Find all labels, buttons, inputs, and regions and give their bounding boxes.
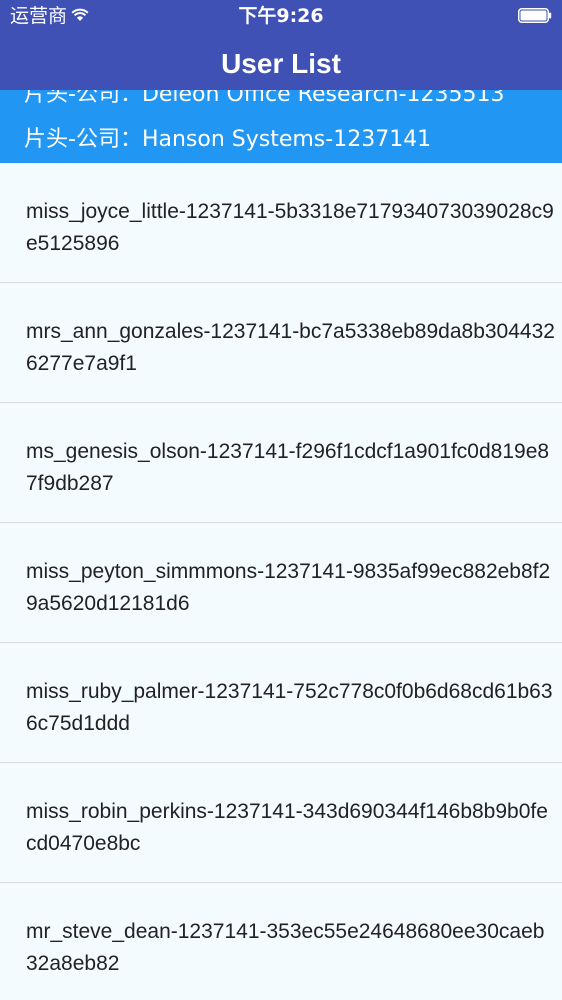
list-item[interactable]: miss_peyton_simmmons-1237141-9835af99ec8…	[0, 523, 562, 643]
page-title: User List	[221, 48, 341, 79]
user-name-label: miss_ruby_palmer-1237141-752c778c0f0b6d6…	[26, 680, 553, 735]
list-item[interactable]: ms_genesis_olson-1237141-f296f1cdcf1a901…	[0, 403, 562, 523]
user-name-label: mrs_ann_gonzales-1237141-bc7a5338eb89da8…	[26, 320, 555, 375]
user-name-label: ms_genesis_olson-1237141-f296f1cdcf1a901…	[26, 440, 550, 495]
navigation-bar: 运营商 下午9:26 User List	[0, 0, 562, 90]
user-list-screen: 运营商 下午9:26 User List 片头-公司：Deleon Office…	[0, 0, 562, 1000]
list-item[interactable]: miss_ruby_palmer-1237141-752c778c0f0b6d6…	[0, 643, 562, 763]
status-bar: 运营商 下午9:26	[0, 0, 562, 32]
battery-icon	[518, 8, 552, 23]
list-item[interactable]: mrs_ann_gonzales-1237141-bc7a5338eb89da8…	[0, 283, 562, 403]
list-item[interactable]: miss_robin_perkins-1237141-343d690344f14…	[0, 763, 562, 883]
status-time: 下午9:26	[238, 5, 324, 27]
list-item[interactable]: mr_steve_dean-1237141-353ec55e24648680ee…	[0, 883, 562, 1000]
list-item[interactable]: miss_joyce_little-1237141-5b3318e7179340…	[0, 163, 562, 283]
user-name-label: miss_joyce_little-1237141-5b3318e7179340…	[26, 200, 554, 255]
user-name-label: mr_steve_dean-1237141-353ec55e24648680ee…	[26, 920, 545, 975]
user-name-label: miss_robin_perkins-1237141-343d690344f14…	[26, 800, 548, 855]
user-name-label: miss_peyton_simmmons-1237141-9835af99ec8…	[26, 560, 551, 615]
user-list[interactable]: miss_joyce_little-1237141-5b3318e7179340…	[0, 163, 562, 1000]
company-header-row[interactable]: 片头-公司：Hanson Systems-1237141	[24, 125, 431, 155]
